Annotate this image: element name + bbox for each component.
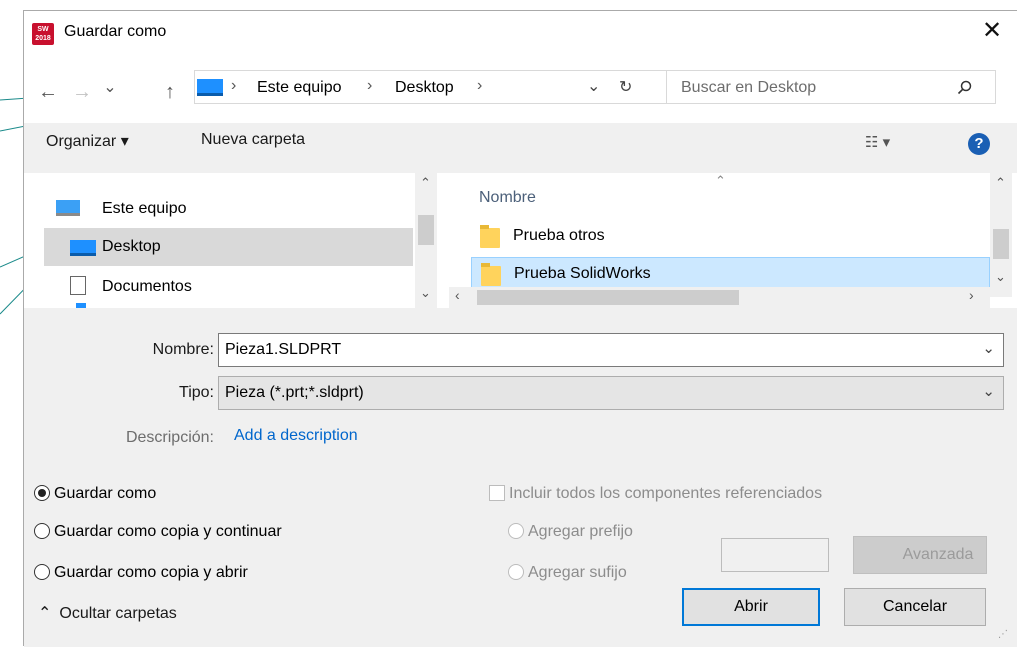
- column-header-nombre[interactable]: Nombre: [479, 189, 536, 207]
- radio-icon: [34, 523, 50, 539]
- search-icon[interactable]: [957, 80, 973, 96]
- recent-locations-button[interactable]: ⌄: [98, 77, 122, 97]
- computer-icon: [56, 200, 80, 216]
- file-type-select[interactable]: Pieza (*.prt;*.sldprt) ⌄: [218, 376, 1004, 410]
- description-label: Descripción:: [125, 429, 214, 446]
- hide-folders-toggle[interactable]: ⌃ Ocultar carpetas: [38, 603, 177, 623]
- chevron-up-icon: ⌃: [38, 605, 52, 622]
- breadcrumb-separator: ›: [231, 77, 237, 94]
- file-list-pane: ⌃ Nombre Prueba otros Prueba SolidWorks: [449, 173, 992, 296]
- radio-label: Guardar como copia y abrir: [54, 564, 248, 581]
- breadcrumb-separator: ›: [367, 77, 373, 94]
- radio-icon: [34, 564, 50, 580]
- search-input[interactable]: Buscar en Desktop: [681, 79, 816, 97]
- radio-label: Guardar como copia y continuar: [54, 523, 282, 540]
- file-row-label: Prueba SolidWorks: [514, 265, 651, 282]
- new-folder-button[interactable]: Nueva carpeta: [201, 131, 305, 149]
- breadcrumb-este-equipo[interactable]: Este equipo: [257, 79, 342, 97]
- desktop-icon: [70, 240, 96, 256]
- chevron-down-icon[interactable]: ⌄: [982, 382, 995, 400]
- sort-indicator-icon: ⌃: [715, 173, 726, 188]
- nav-pane-scrollbar[interactable]: ⌃ ⌄: [415, 173, 437, 308]
- computer-icon: [197, 79, 223, 96]
- nav-item-label: Este equipo: [102, 200, 187, 217]
- file-pane-scrollbar[interactable]: ⌃ ⌄: [990, 173, 1012, 297]
- scroll-thumb[interactable]: [418, 215, 434, 245]
- view-options-icon[interactable]: ☷ ▾: [865, 133, 890, 151]
- checkbox-label: Incluir todos los componentes referencia…: [509, 485, 823, 502]
- radio-icon: [508, 523, 524, 539]
- nav-item-label: Documentos: [102, 278, 192, 295]
- radio-label: Agregar prefijo: [528, 523, 633, 540]
- organize-menu[interactable]: Organizar ▾: [46, 131, 129, 151]
- close-button[interactable]: ✕: [972, 15, 1012, 49]
- documents-icon: [70, 276, 86, 295]
- file-row-prueba-otros[interactable]: Prueba otros: [471, 220, 990, 254]
- radio-icon: [508, 564, 524, 580]
- cancel-button[interactable]: Cancelar: [844, 588, 986, 626]
- scroll-down-arrow[interactable]: ⌄: [420, 285, 431, 301]
- file-name-value: Pieza1.SLDPRT: [225, 341, 342, 358]
- breadcrumb-desktop[interactable]: Desktop: [395, 79, 454, 97]
- include-references-checkbox[interactable]: Incluir todos los componentes referencia…: [489, 485, 822, 503]
- scroll-up-arrow[interactable]: ⌃: [420, 175, 431, 191]
- address-bar[interactable]: › Este equipo › Desktop › ⌄ ↻: [194, 70, 667, 104]
- scroll-left-arrow[interactable]: ‹: [455, 287, 460, 303]
- navigation-pane: Este equipo Desktop Documentos: [24, 173, 437, 308]
- help-icon[interactable]: ?: [968, 133, 990, 155]
- name-label: Nombre:: [152, 341, 214, 358]
- search-box[interactable]: Buscar en Desktop: [666, 70, 996, 104]
- checkbox-icon: [489, 485, 505, 501]
- prefix-suffix-input[interactable]: [721, 538, 829, 572]
- file-row-label: Prueba otros: [513, 227, 605, 244]
- folder-icon: [480, 225, 500, 248]
- nav-item-documentos[interactable]: Documentos: [44, 268, 413, 306]
- radio-save-copy-continue[interactable]: Guardar como copia y continuar: [34, 523, 282, 541]
- file-pane-hscrollbar[interactable]: ‹ ›: [449, 287, 990, 308]
- save-as-dialog: SW 2018 Guardar como ✕ ← → ⌄ ↑ › Este eq…: [23, 10, 1017, 647]
- folder-icon: [481, 263, 501, 286]
- radio-save-copy-open[interactable]: Guardar como copia y abrir: [34, 564, 248, 582]
- dialog-title: Guardar como: [64, 23, 167, 40]
- breadcrumb-separator: ›: [477, 77, 483, 94]
- radio-add-prefix[interactable]: Agregar prefijo: [508, 523, 633, 541]
- address-dropdown-icon[interactable]: ⌄: [587, 76, 600, 96]
- radio-save-as[interactable]: Guardar como: [34, 485, 156, 503]
- file-row-prueba-solidworks[interactable]: Prueba SolidWorks: [471, 257, 990, 291]
- forward-button[interactable]: →: [70, 81, 94, 104]
- radio-add-suffix[interactable]: Agregar sufijo: [508, 564, 627, 582]
- back-button[interactable]: ←: [36, 81, 60, 104]
- up-button[interactable]: ↑: [158, 81, 182, 104]
- nav-item-este-equipo[interactable]: Este equipo: [44, 190, 413, 228]
- file-name-field[interactable]: Pieza1.SLDPRT ⌄: [218, 333, 1004, 367]
- scroll-thumb[interactable]: [993, 229, 1009, 259]
- scroll-thumb[interactable]: [477, 290, 739, 305]
- nav-item-desktop[interactable]: Desktop: [44, 228, 413, 266]
- scroll-right-arrow[interactable]: ›: [969, 287, 974, 303]
- type-label: Tipo:: [179, 384, 214, 401]
- chevron-down-icon[interactable]: ⌄: [982, 339, 995, 357]
- hide-folders-label: Ocultar carpetas: [59, 605, 177, 622]
- advanced-label: Avanzada: [902, 546, 974, 563]
- open-button[interactable]: Abrir: [682, 588, 820, 626]
- radio-label: Agregar sufijo: [528, 564, 627, 581]
- add-description-link[interactable]: Add a description: [234, 427, 358, 445]
- advanced-button[interactable]: Avanzada: [853, 536, 987, 574]
- close-icon: ✕: [981, 17, 1003, 44]
- scroll-down-arrow[interactable]: ⌄: [995, 269, 1006, 285]
- file-type-value: Pieza (*.prt;*.sldprt): [225, 384, 364, 401]
- radio-selected-icon: [34, 485, 50, 501]
- resize-grip-icon[interactable]: ⋰: [998, 629, 1008, 640]
- scroll-up-arrow[interactable]: ⌃: [995, 175, 1006, 191]
- solidworks-app-icon: SW 2018: [32, 23, 54, 45]
- refresh-button[interactable]: ↻: [619, 77, 632, 97]
- radio-label: Guardar como: [54, 485, 157, 502]
- nav-item-label: Desktop: [102, 238, 161, 255]
